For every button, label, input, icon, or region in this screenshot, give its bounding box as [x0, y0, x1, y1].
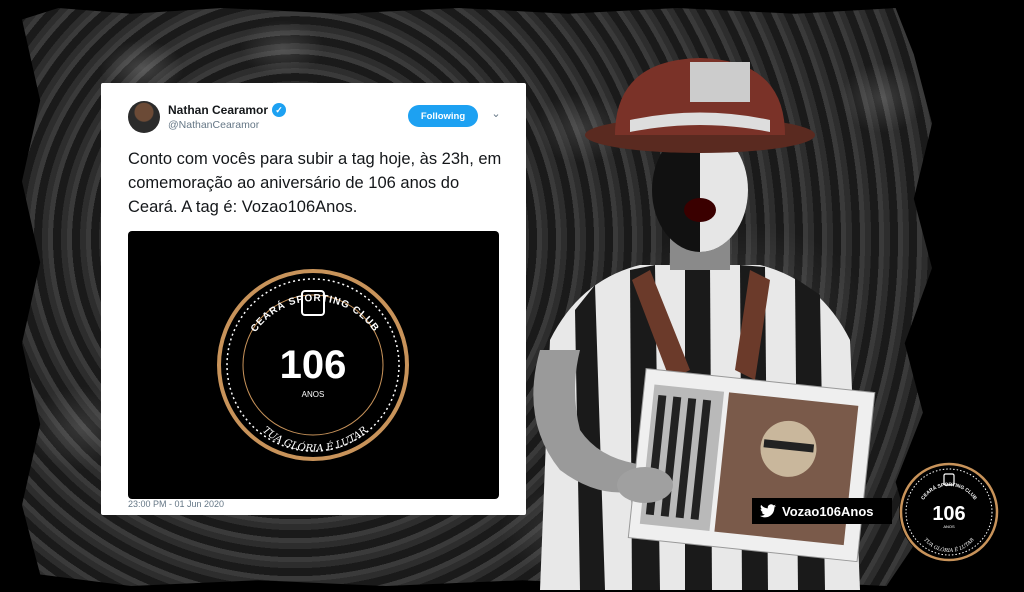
chevron-down-icon[interactable]: ⌄: [490, 107, 502, 120]
verified-icon: ✓: [272, 103, 287, 117]
seal-anos: ANOS: [302, 390, 325, 399]
small-seal-anos: ANOS: [943, 524, 955, 529]
anniversary-seal-small: CEARÁ SPORTING CLUB 106 ANOS TUA GLÓRIA …: [899, 462, 999, 562]
seal-number: 106: [280, 343, 347, 387]
twitter-bird-icon: [760, 504, 776, 518]
seal-club-name: CEARÁ SPORTING CLUB: [249, 293, 380, 334]
anniversary-seal-image: CEARÁ SPORTING CLUB 106 ANOS TUA GLÓRIA …: [217, 269, 409, 461]
avatar[interactable]: [128, 101, 160, 133]
tweet-timestamp[interactable]: 23:00 PM - 01 Jun 2020: [128, 499, 224, 509]
tweet-text: Conto com vocês para subir a tag hoje, à…: [128, 150, 502, 216]
author-name[interactable]: Nathan Cearamor ✓: [168, 103, 287, 117]
hashtag-label: Vozao106Anos: [782, 503, 874, 519]
hashtag-badge: Vozao106Anos: [752, 498, 892, 524]
following-button[interactable]: Following: [408, 105, 478, 127]
small-seal-number: 106: [932, 503, 965, 525]
tweet-header: Nathan Cearamor ✓ @NathanCearamor Follow…: [128, 99, 502, 135]
tweet-media[interactable]: CEARÁ SPORTING CLUB 106 ANOS TUA GLÓRIA …: [128, 231, 499, 499]
author-name-text: Nathan Cearamor: [168, 103, 269, 117]
author-handle[interactable]: @NathanCearamor: [168, 119, 259, 131]
svg-text:CEARÁ SPORTING CLUB: CEARÁ SPORTING CLUB: [249, 293, 381, 334]
tweet-card: Nathan Cearamor ✓ @NathanCearamor Follow…: [101, 83, 526, 515]
